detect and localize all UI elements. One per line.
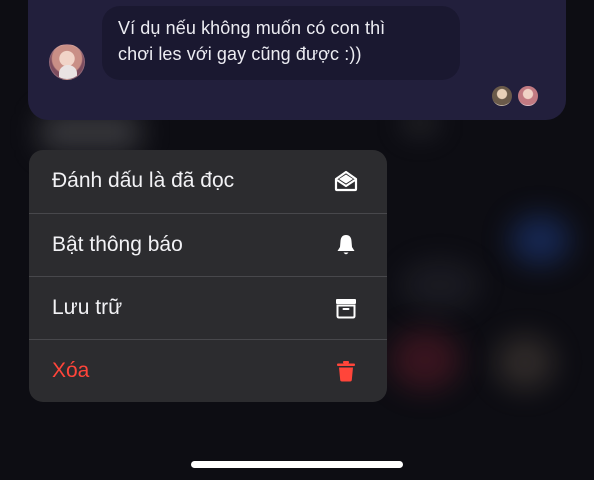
menu-item-label: Xóa	[52, 359, 90, 382]
menu-item-delete[interactable]: Xóa	[29, 339, 387, 402]
menu-item-label: Bật thông báo	[52, 233, 183, 256]
blurred-background	[495, 335, 555, 390]
context-menu: Đánh dấu là đã đọc Bật thông báo Lưu trữ	[29, 150, 387, 402]
message-text-line: Ví dụ nếu không muốn có con thì	[118, 18, 386, 38]
archive-box-icon	[333, 295, 359, 321]
menu-item-turn-on-notifications[interactable]: Bật thông báo	[29, 213, 387, 276]
message-text-line: chơi les với gay cũng được :))	[118, 44, 362, 64]
menu-item-archive[interactable]: Lưu trữ	[29, 276, 387, 339]
seen-avatar	[491, 85, 513, 107]
blurred-background	[400, 260, 480, 310]
envelope-open-icon	[333, 168, 359, 194]
message-bubble: Ví dụ nếu không muốn có con thì chơi les…	[102, 6, 460, 80]
blurred-background	[510, 215, 570, 265]
home-indicator[interactable]	[191, 461, 403, 468]
menu-item-label: Đánh dấu là đã đọc	[52, 169, 235, 192]
bell-icon	[333, 232, 359, 258]
blurred-background	[390, 330, 460, 390]
seen-by-avatars	[491, 85, 541, 107]
seen-avatar	[517, 85, 539, 107]
menu-item-label: Lưu trữ	[52, 296, 123, 319]
trash-icon	[333, 358, 359, 384]
menu-item-mark-as-read[interactable]: Đánh dấu là đã đọc	[29, 150, 387, 213]
sender-avatar	[49, 44, 85, 80]
